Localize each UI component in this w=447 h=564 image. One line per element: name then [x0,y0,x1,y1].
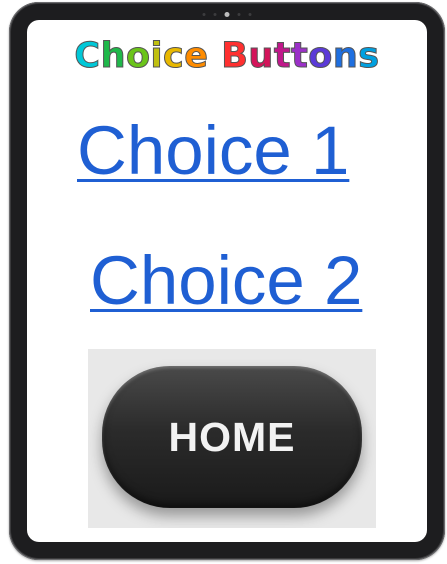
home-button-image[interactable]: HOME [88,349,376,528]
tablet-frame: Choice Buttons Choice 1 Choice 2 HOME [9,2,445,560]
title-letter: n [332,36,359,76]
page: Choice Buttons Choice 1 Choice 2 HOME [0,0,447,564]
home-button[interactable]: HOME [102,366,362,508]
title-letter [209,36,222,76]
camera-bar [202,12,252,17]
title-letter: s [358,36,380,76]
title-letter: o [125,36,151,76]
sensor-dot [248,13,252,16]
title-letter: c [163,36,185,76]
sensor-dot [202,13,206,16]
choice-1-link[interactable]: Choice 1 [77,116,349,185]
title-letter: e [184,36,209,76]
title-letter: h [100,36,126,76]
home-button-label: HOME [168,413,296,460]
tablet-screen: Choice Buttons Choice 1 Choice 2 HOME [27,20,427,542]
sensor-dot [237,13,241,16]
title-letter: t [291,36,309,76]
title-letter: o [308,36,333,76]
title-letter: B [221,36,249,76]
camera-icon [224,12,230,17]
title-letter: t [273,36,292,76]
choice-2-link[interactable]: Choice 2 [90,246,362,315]
sensor-dot [213,13,217,16]
page-title: Choice Buttons [27,36,427,76]
title-letter: u [248,36,274,76]
title-letter: i [150,36,164,76]
title-letter: C [74,36,101,76]
